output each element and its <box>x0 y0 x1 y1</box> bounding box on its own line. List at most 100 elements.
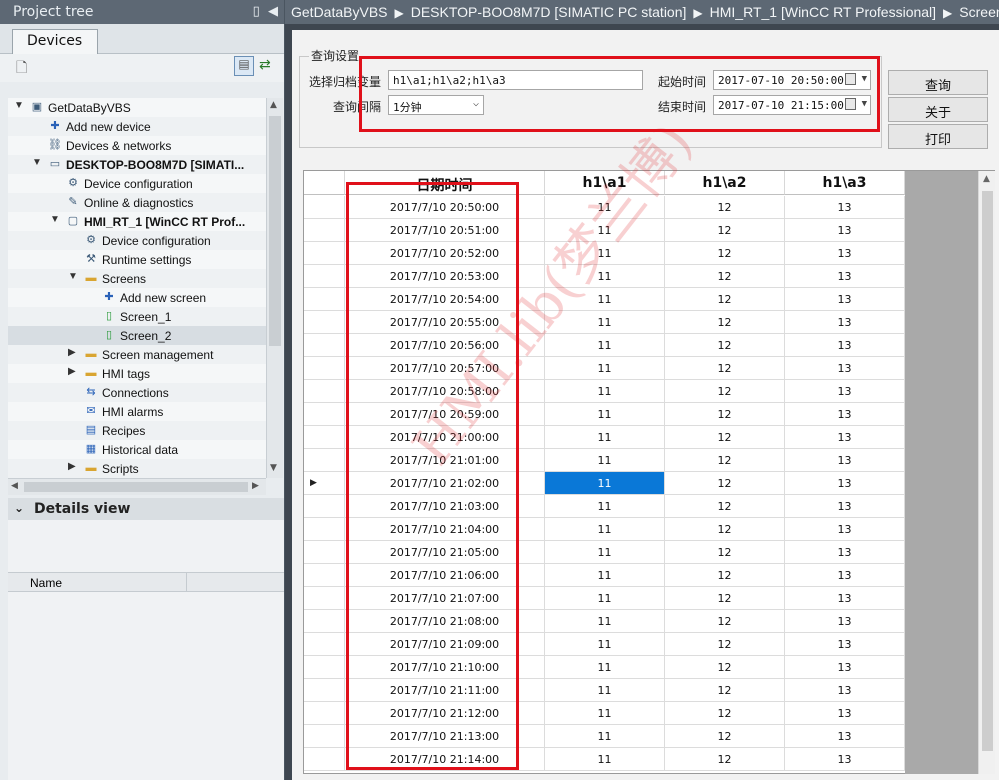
expand-down-icon[interactable]: ▼ <box>32 157 42 168</box>
table-cell[interactable]: 12 <box>665 495 785 518</box>
expand-right-icon[interactable]: ▶ <box>68 347 76 358</box>
column-header[interactable]: h1\a1 <box>545 171 665 195</box>
tree-item[interactable]: ✎ Online & diagnostics <box>8 193 266 212</box>
table-cell[interactable]: 12 <box>665 403 785 426</box>
scroll-thumb[interactable] <box>982 191 993 751</box>
row-header[interactable] <box>304 748 345 771</box>
table-cell[interactable]: 13 <box>785 403 905 426</box>
table-cell[interactable]: 12 <box>665 219 785 242</box>
table-cell[interactable]: 12 <box>665 518 785 541</box>
row-header[interactable] <box>304 219 345 242</box>
row-header[interactable] <box>304 196 345 219</box>
tree-item[interactable]: ✉ HMI alarms <box>8 402 266 421</box>
collapse-left-icon[interactable]: ◀ <box>268 4 278 19</box>
table-cell[interactable]: 11 <box>545 196 665 219</box>
breadcrumb-item[interactable]: HMI_RT_1 [WinCC RT Professional] <box>710 4 936 20</box>
table-cell[interactable]: 11 <box>545 219 665 242</box>
table-cell[interactable]: 11 <box>545 564 665 587</box>
table-cell[interactable]: 13 <box>785 380 905 403</box>
table-cell[interactable]: 11 <box>545 449 665 472</box>
table-cell[interactable]: 11 <box>545 472 665 495</box>
table-cell[interactable]: 11 <box>545 357 665 380</box>
column-header[interactable]: h1\a3 <box>785 171 905 195</box>
table-cell[interactable]: 12 <box>665 380 785 403</box>
table-cell[interactable]: 13 <box>785 495 905 518</box>
about-button[interactable]: 关于 <box>888 97 988 122</box>
table-cell[interactable]: 13 <box>785 196 905 219</box>
tree-item[interactable]: ▯ Screen_2 <box>8 326 266 345</box>
row-header[interactable] <box>304 725 345 748</box>
table-cell[interactable]: 11 <box>545 679 665 702</box>
row-header[interactable] <box>304 541 345 564</box>
synchronize-icon[interactable]: ⇄ <box>259 57 271 73</box>
table-cell[interactable]: 13 <box>785 472 905 495</box>
table-cell[interactable]: 12 <box>665 541 785 564</box>
row-header[interactable] <box>304 610 345 633</box>
table-cell[interactable]: 11 <box>545 633 665 656</box>
tree-item[interactable]: ⛓ Devices & networks <box>8 136 266 155</box>
table-cell[interactable]: 11 <box>545 702 665 725</box>
tree-item[interactable]: ⚙ Device configuration <box>8 174 266 193</box>
table-cell[interactable]: 11 <box>545 311 665 334</box>
table-cell[interactable]: 12 <box>665 449 785 472</box>
table-cell[interactable]: 11 <box>545 426 665 449</box>
scroll-left-icon[interactable]: ◀ <box>11 481 18 491</box>
table-cell[interactable]: 13 <box>785 610 905 633</box>
breadcrumb-item[interactable]: DESKTOP-BOO8M7D [SIMATIC PC station] <box>411 4 687 20</box>
table-cell[interactable]: 13 <box>785 656 905 679</box>
table-cell[interactable]: 13 <box>785 426 905 449</box>
tree-item[interactable]: ⚒ Runtime settings <box>8 250 266 269</box>
table-cell[interactable]: 11 <box>545 610 665 633</box>
table-cell[interactable]: 13 <box>785 725 905 748</box>
expand-down-icon[interactable]: ▼ <box>14 100 24 111</box>
table-cell[interactable]: 12 <box>665 265 785 288</box>
tree-item[interactable]: ▼ ▢ HMI_RT_1 [WinCC RT Prof... <box>8 212 266 231</box>
table-cell[interactable]: 12 <box>665 242 785 265</box>
expand-right-icon[interactable]: ▶ <box>68 461 76 472</box>
chevron-down-icon[interactable]: ⌄ <box>14 501 24 515</box>
row-header[interactable] <box>304 656 345 679</box>
overview-icon[interactable]: ▤ <box>234 56 254 76</box>
tree-item[interactable]: ⇆ Connections <box>8 383 266 402</box>
row-header[interactable] <box>304 311 345 334</box>
grid-vertical-scrollbar[interactable]: ▲ <box>978 171 995 774</box>
row-header[interactable] <box>304 334 345 357</box>
table-cell[interactable]: 12 <box>665 633 785 656</box>
scroll-up-icon[interactable]: ▲ <box>983 174 990 184</box>
row-header[interactable] <box>304 564 345 587</box>
table-cell[interactable]: 11 <box>545 587 665 610</box>
table-cell[interactable]: 13 <box>785 311 905 334</box>
table-cell[interactable]: 12 <box>665 357 785 380</box>
table-cell[interactable]: 13 <box>785 564 905 587</box>
row-header[interactable] <box>304 357 345 380</box>
scroll-thumb[interactable] <box>24 482 248 492</box>
table-cell[interactable]: 13 <box>785 633 905 656</box>
tree-item[interactable]: ✚ Add new device <box>8 117 266 136</box>
column-header[interactable]: h1\a2 <box>665 171 785 195</box>
table-cell[interactable]: 13 <box>785 702 905 725</box>
expand-right-icon[interactable]: ▶ <box>68 366 76 377</box>
table-cell[interactable]: 11 <box>545 288 665 311</box>
tree-item[interactable]: ▦ Historical data <box>8 440 266 459</box>
table-cell[interactable]: 12 <box>665 426 785 449</box>
table-cell[interactable]: 11 <box>545 725 665 748</box>
table-cell[interactable]: 12 <box>665 748 785 771</box>
table-cell[interactable]: 12 <box>665 196 785 219</box>
table-cell[interactable]: 12 <box>665 587 785 610</box>
tab-devices[interactable]: Devices <box>12 29 98 55</box>
row-header[interactable] <box>304 288 345 311</box>
tree-item[interactable]: ▯ Screen_1 <box>8 307 266 326</box>
pane-controls[interactable]: ▯ ◀ <box>253 4 278 19</box>
scroll-down-icon[interactable]: ▼ <box>270 463 277 473</box>
row-header[interactable] <box>304 518 345 541</box>
tree-item[interactable]: ▼ ▭ DESKTOP-BOO8M7D [SIMATI... <box>8 155 266 174</box>
expand-down-icon[interactable]: ▼ <box>50 214 60 225</box>
table-cell[interactable]: 12 <box>665 334 785 357</box>
table-cell[interactable]: 11 <box>545 265 665 288</box>
table-cell[interactable]: 11 <box>545 541 665 564</box>
row-header[interactable] <box>304 449 345 472</box>
column-name-label[interactable]: Name <box>30 576 62 590</box>
row-header[interactable] <box>304 265 345 288</box>
tree-item[interactable]: ✚ Add new screen <box>8 288 266 307</box>
row-header[interactable] <box>304 702 345 725</box>
